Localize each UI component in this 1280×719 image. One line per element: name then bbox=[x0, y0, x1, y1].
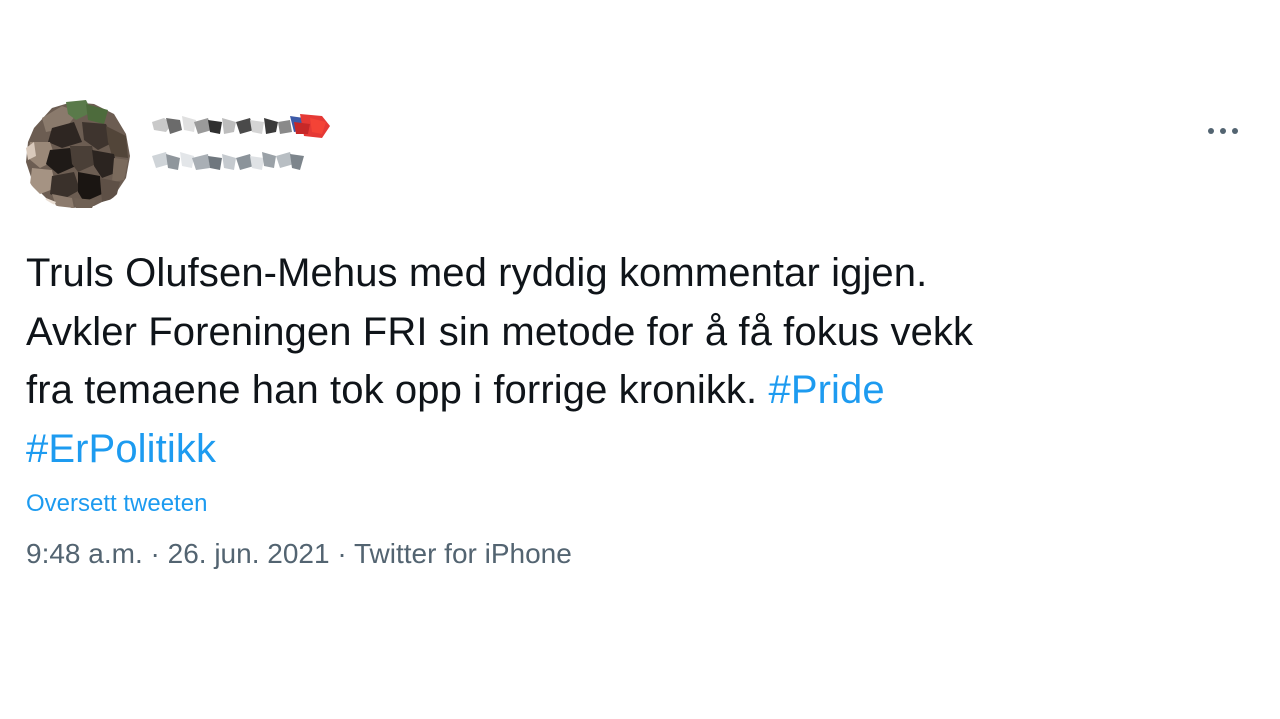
tweet-source: Twitter for iPhone bbox=[353, 538, 572, 569]
tweet-date-link[interactable]: 26. jun. 2021 bbox=[168, 538, 330, 569]
tweet-time-link[interactable]: 9:48 a.m. bbox=[26, 538, 143, 569]
tweet-text-line-2: Avkler Foreningen FRI sin metode for å f… bbox=[26, 309, 974, 354]
tweet-text-line-3: fra temaene han tok opp i forrige kronik… bbox=[26, 368, 758, 412]
tweet-text: Truls Olufsen-Mehus med ryddig kommentar… bbox=[26, 244, 1226, 478]
more-horizontal-icon bbox=[1208, 128, 1238, 134]
meta-separator: · bbox=[337, 538, 347, 569]
more-options-button[interactable] bbox=[1200, 114, 1246, 148]
meta-separator: · bbox=[150, 538, 160, 569]
tweet-text-line-1: Truls Olufsen-Mehus med ryddig kommentar… bbox=[26, 251, 928, 295]
tweet-meta: 9:48 a.m. · 26. jun. 2021 · Twitter for … bbox=[26, 538, 572, 570]
obscured-name-image bbox=[152, 114, 330, 170]
avatar[interactable] bbox=[22, 98, 134, 210]
hashtag-erpolitikk-link[interactable]: #ErPolitikk bbox=[26, 427, 216, 471]
avatar-image bbox=[22, 98, 134, 210]
author-name-obscured[interactable] bbox=[150, 112, 350, 192]
display-name-pixels bbox=[152, 114, 330, 138]
translate-tweet-link[interactable]: Oversett tweeten bbox=[26, 490, 207, 518]
hashtag-pride-link[interactable]: #Pride bbox=[768, 368, 884, 412]
tweet-card: Truls Olufsen-Mehus med ryddig kommentar… bbox=[0, 0, 1280, 719]
handle-pixels bbox=[152, 152, 304, 170]
